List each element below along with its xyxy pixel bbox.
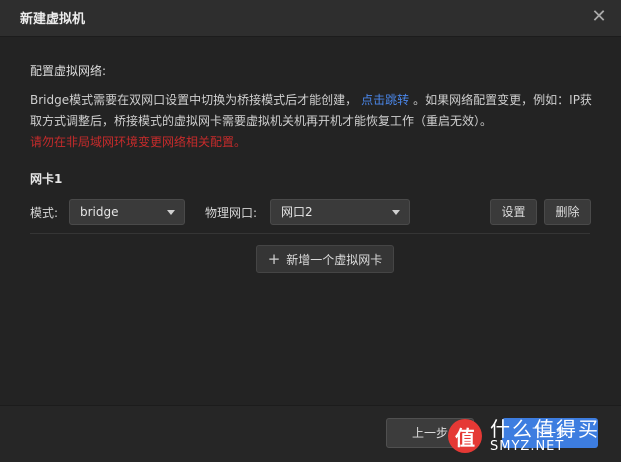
watermark-sub: SMYZ.NET [490,439,565,454]
watermark: 值 什么值得买 SMYZ.NET [448,412,618,460]
watermark-text: 什么值得买 SMYZ.NET [490,418,600,454]
nic-title: 网卡1 [30,172,63,186]
mode-select-value: bridge [80,205,119,219]
mode-select[interactable]: bridge [69,199,185,225]
dialog-header: 新建虚拟机 ✕ [0,0,621,37]
jump-link[interactable]: 点击跳转 [361,93,409,107]
watermark-logo-icon: 值 [448,419,482,453]
port-select[interactable]: 网口2 [270,199,410,225]
caret-down-icon [392,210,400,215]
settings-button[interactable]: 设置 [490,199,537,225]
network-section-title: 配置虚拟网络: [30,64,107,78]
add-nic-button[interactable]: + 新增一个虚拟网卡 [256,245,394,273]
plus-icon: + [267,250,281,268]
watermark-main: 什么值得买 [490,417,600,441]
caret-down-icon [167,210,175,215]
info-text-1-tail: 。如果网络配置变更，例 [413,93,546,107]
add-nic-label: 新增一个虚拟网卡 [286,253,383,267]
delete-button[interactable]: 删除 [544,199,591,225]
port-label: 物理网口: [205,206,258,220]
info-text-1: Bridge模式需要在双网口设置中切换为桥接模式后才能创建， [30,93,358,107]
port-select-value: 网口2 [281,205,313,219]
mode-label: 模式: [30,206,59,220]
network-warning: 请勿在非局域网环境变更网络相关配置。 [30,135,247,149]
dialog-title: 新建虚拟机 [20,12,86,27]
close-icon[interactable]: ✕ [589,7,609,27]
network-info: Bridge模式需要在双网口设置中切换为桥接模式后才能创建， 点击跳转 。如果网络配… [30,90,600,153]
nic-divider [30,233,590,234]
